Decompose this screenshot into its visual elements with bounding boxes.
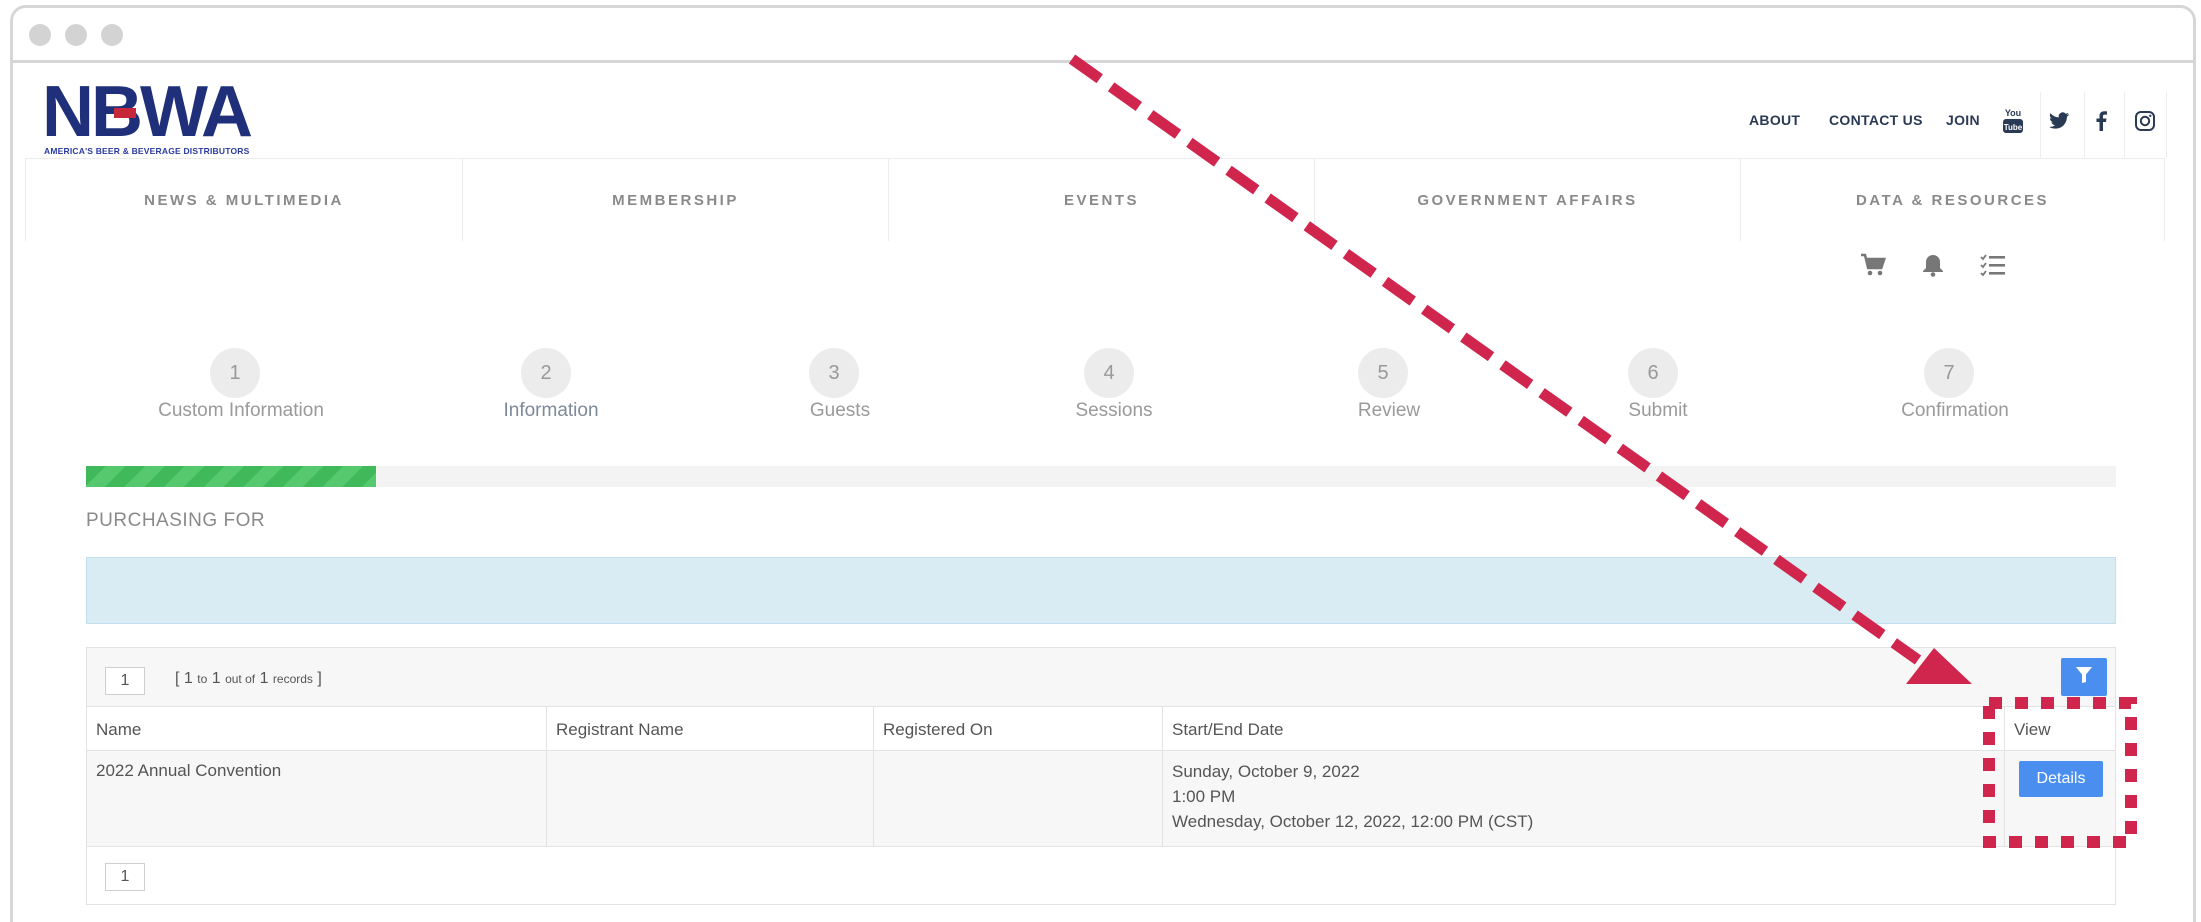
records-to: 1	[211, 670, 221, 687]
divider	[2166, 92, 2167, 158]
contact-us-link[interactable]: CONTACT US	[1829, 112, 1923, 132]
nav-events[interactable]: EVENTS	[889, 159, 1315, 241]
nbwa-logo[interactable]: NBWA AMERICA'S BEER & BEVERAGE DISTRIBUT…	[42, 72, 272, 160]
table-toolbar: 1 [ 1 to 1 out of 1 records ]	[87, 648, 2115, 707]
records-total: 1	[259, 670, 269, 687]
step-7-circle[interactable]: 7	[1924, 348, 1974, 398]
purchasing-for-heading: PURCHASING FOR	[86, 510, 266, 531]
nav-government-affairs[interactable]: GOVERNMENT AFFAIRS	[1315, 159, 1741, 241]
divider	[2040, 92, 2041, 158]
svg-text:Tube: Tube	[2004, 123, 2023, 132]
step-4-label: Sessions	[1075, 400, 1153, 421]
logo-wordmark: NBWA	[42, 72, 253, 152]
nav-data-resources[interactable]: DATA & RESOURCES	[1741, 159, 2165, 241]
step-2-label: Information	[503, 400, 599, 421]
youtube-icon[interactable]: You Tube	[1998, 104, 2028, 138]
window-maximize-control[interactable]	[101, 24, 123, 46]
cell-event-name: 2022 Annual Convention	[87, 751, 547, 846]
details-button[interactable]: Details	[2019, 761, 2103, 797]
table-row: 2022 Annual Convention Sunday, October 9…	[87, 751, 2115, 847]
column-header-start-end-date[interactable]: Start/End Date	[1163, 707, 2005, 750]
checklist-icon[interactable]	[1978, 250, 2008, 280]
step-5-label: Review	[1357, 400, 1421, 421]
logo-tagline: AMERICA'S BEER & BEVERAGE DISTRIBUTORS	[44, 146, 250, 156]
bell-icon[interactable]	[1918, 250, 1948, 280]
records-word: records	[272, 672, 313, 686]
window-titlebar	[13, 8, 2193, 63]
window-close-control[interactable]	[29, 24, 51, 46]
records-bracket-close: ]	[312, 670, 322, 687]
cell-view: Details	[2005, 751, 2117, 846]
twitter-icon[interactable]	[2044, 104, 2074, 138]
step-5-circle[interactable]: 5	[1358, 348, 1408, 398]
table-header-row: Name Registrant Name Registered On Start…	[87, 707, 2115, 751]
facebook-icon[interactable]	[2086, 104, 2116, 138]
registrations-table-panel: 1 [ 1 to 1 out of 1 records ] Name Regis…	[86, 647, 2116, 905]
column-header-name[interactable]: Name	[87, 707, 547, 750]
progress-bar-fill	[86, 466, 377, 487]
records-out-of-word: out of	[225, 672, 256, 686]
step-2-circle[interactable]: 2	[521, 348, 571, 398]
records-summary: [ 1 to 1 out of 1 records ]	[175, 670, 322, 688]
step-6-circle[interactable]: 6	[1628, 348, 1678, 398]
records-from: 1	[183, 670, 193, 687]
step-3-label: Guests	[809, 400, 871, 421]
pager-footer-page-button[interactable]: 1	[105, 863, 145, 891]
step-1-circle[interactable]: 1	[210, 348, 260, 398]
about-link[interactable]: ABOUT	[1749, 112, 1800, 132]
instagram-icon[interactable]	[2130, 104, 2160, 138]
pager-page-button[interactable]: 1	[105, 667, 145, 695]
window-minimize-control[interactable]	[65, 24, 87, 46]
step-4-circle[interactable]: 4	[1084, 348, 1134, 398]
purchasing-for-info-box	[86, 557, 2116, 624]
svg-text:You: You	[2005, 108, 2021, 118]
records-to-word: to	[197, 672, 208, 686]
start-time: 1:00 PM	[1172, 787, 1236, 806]
divider	[2084, 92, 2085, 158]
cell-registrant-name	[547, 751, 874, 846]
nav-news-multimedia[interactable]: NEWS & MULTIMEDIA	[25, 159, 463, 241]
column-header-view: View	[2014, 720, 2051, 739]
end-date: Wednesday, October 12, 2022, 12:00 PM (C…	[1172, 812, 1534, 831]
start-date: Sunday, October 9, 2022	[1172, 762, 1360, 781]
records-bracket-open: [	[175, 670, 184, 687]
progress-bar	[86, 466, 2116, 487]
filter-button[interactable]	[2061, 658, 2107, 696]
logo-flag-accent	[114, 108, 136, 118]
step-1-label: Custom Information	[158, 400, 324, 421]
cell-start-end-date: Sunday, October 9, 2022 1:00 PM Wednesda…	[1163, 751, 2005, 846]
join-link[interactable]: JOIN	[1946, 112, 1980, 132]
cell-registered-on	[874, 751, 1163, 846]
step-6-label: Submit	[1628, 400, 1688, 421]
divider	[2124, 92, 2125, 158]
column-header-registrant-name[interactable]: Registrant Name	[547, 707, 874, 750]
step-3-circle[interactable]: 3	[809, 348, 859, 398]
filter-icon	[2075, 666, 2093, 689]
cart-icon[interactable]	[1858, 250, 1888, 280]
column-header-registered-on[interactable]: Registered On	[874, 707, 1163, 750]
step-7-label: Confirmation	[1901, 400, 2009, 421]
nav-membership[interactable]: MEMBERSHIP	[463, 159, 889, 241]
main-navigation: NEWS & MULTIMEDIA MEMBERSHIP EVENTS GOVE…	[25, 158, 2165, 241]
